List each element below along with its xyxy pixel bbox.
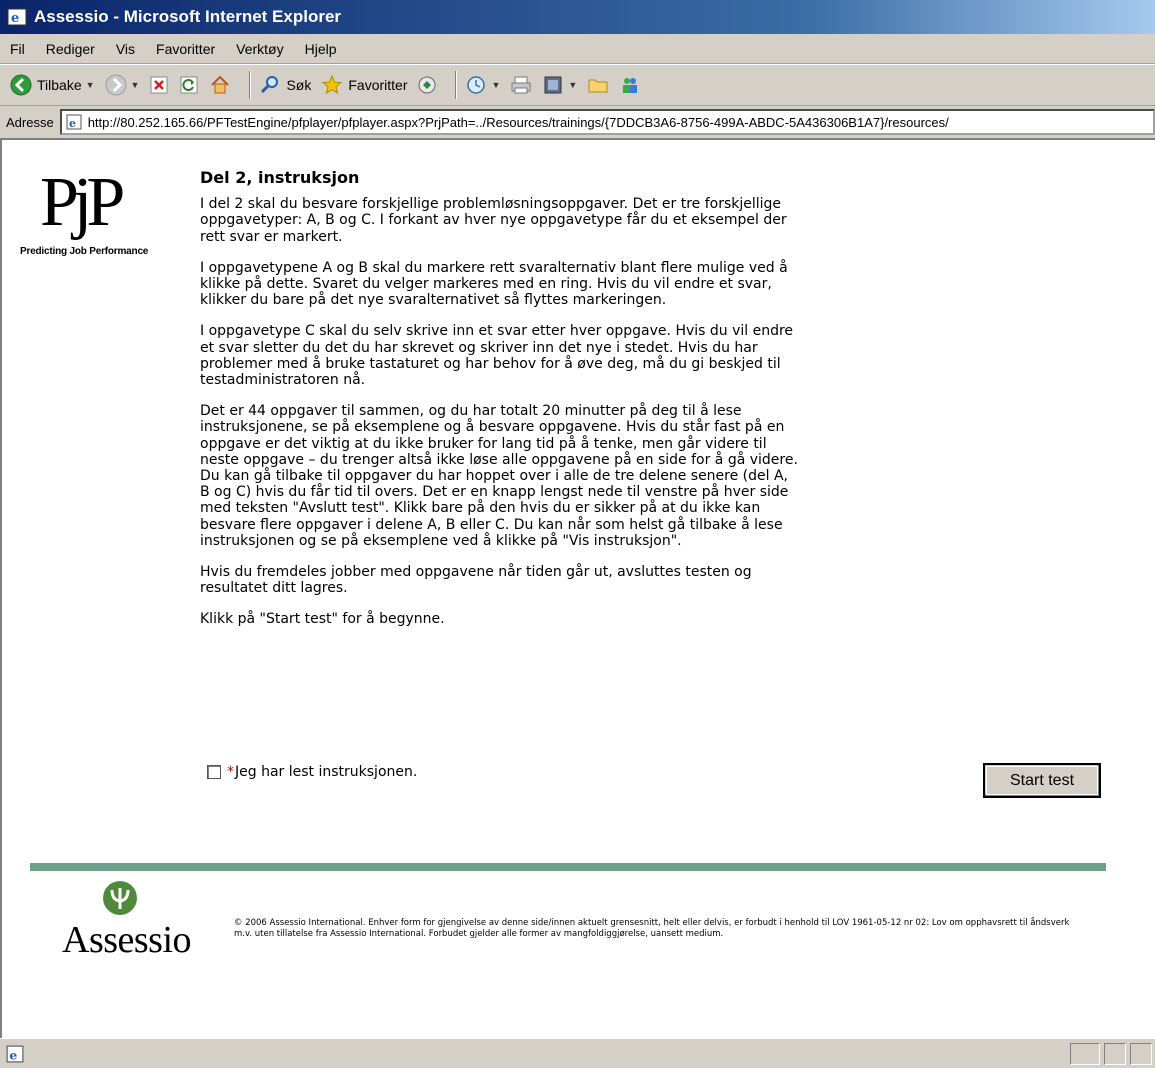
toolbar-separator <box>455 71 458 99</box>
standard-toolbar: Tilbake ▼ ▼ Søk Favoritter ▼ ▼ <box>0 64 1155 106</box>
home-icon <box>211 75 230 94</box>
edit-button[interactable]: ▼ <box>542 70 577 100</box>
back-button[interactable]: Tilbake ▼ <box>10 70 95 100</box>
instruction-paragraph: Hvis du fremdeles jobber med oppgavene n… <box>200 564 752 597</box>
psi-logo-icon <box>103 881 137 915</box>
forward-button[interactable]: ▼ <box>105 70 140 100</box>
history-button[interactable]: ▼ <box>465 70 500 100</box>
svg-text:e: e <box>11 11 19 26</box>
back-button-label: Tilbake <box>37 77 82 93</box>
footer-divider <box>30 863 1106 871</box>
folder-icon <box>588 79 608 93</box>
page-status-icon: e <box>6 1045 24 1062</box>
pjp-logo: PjP Predicting Job Performance <box>20 164 180 258</box>
svg-text:e: e <box>69 117 76 130</box>
confirm-row: * Jeg har lest instruksjonen. <box>207 764 417 780</box>
menu-help[interactable]: Hjelp <box>305 41 337 57</box>
page-title: Del 2, instruksjon <box>200 168 360 187</box>
menu-edit[interactable]: Rediger <box>46 41 95 57</box>
required-marker: * <box>227 764 234 780</box>
address-bar: Adresse e http://80.252.165.66/PFTestEng… <box>0 106 1155 140</box>
confirm-label[interactable]: Jeg har lest instruksjonen. <box>235 764 417 780</box>
edit-dropdown-icon[interactable]: ▼ <box>568 80 577 90</box>
pjp-logo-word: PjP <box>40 164 125 241</box>
instruction-paragraph: I oppgavetype C skal du selv skrive inn … <box>200 323 794 389</box>
print-icon <box>511 76 531 94</box>
address-url: http://80.252.165.66/PFTestEngine/pfplay… <box>87 114 949 130</box>
refresh-button[interactable] <box>179 70 199 100</box>
favorites-button-label: Favoritter <box>348 77 408 93</box>
print-button[interactable] <box>510 70 532 100</box>
copyright-text: © 2006 Assessio International. Enhver fo… <box>234 918 1070 939</box>
messenger-icon <box>623 78 638 93</box>
svg-text:e: e <box>9 1047 17 1062</box>
favorites-button[interactable]: Favoritter <box>321 70 407 100</box>
refresh-icon <box>180 76 198 94</box>
instructions-content: Del 2, instruksjon I del 2 skal du besva… <box>200 168 800 643</box>
ie-app-icon: e <box>7 8 27 26</box>
status-panel <box>1070 1043 1100 1065</box>
address-label: Adresse <box>6 114 54 130</box>
menu-bar: Fil Rediger Vis Favoritter Verktøy Hjelp <box>0 34 1155 64</box>
edit-icon <box>544 76 562 94</box>
forward-dropdown-icon[interactable]: ▼ <box>131 80 140 90</box>
page-icon: e <box>66 114 82 130</box>
menu-file[interactable]: Fil <box>10 41 25 57</box>
pjp-logo-tagline: Predicting Job Performance <box>20 246 149 257</box>
media-icon <box>418 76 436 94</box>
address-input[interactable]: e http://80.252.165.66/PFTestEngine/pfpl… <box>59 109 1155 135</box>
toolbar-separator <box>249 71 252 99</box>
start-test-button[interactable]: Start test <box>983 763 1101 798</box>
instruction-paragraph: Det er 44 oppgaver til sammen, og du har… <box>200 403 798 549</box>
window-title: Assessio - Microsoft Internet Explorer <box>34 7 342 26</box>
menu-favorites[interactable]: Favoritter <box>156 41 215 57</box>
status-panel <box>1104 1043 1126 1065</box>
media-button[interactable] <box>417 70 437 100</box>
status-bar: e <box>0 1038 1155 1068</box>
menu-tools[interactable]: Verktøy <box>236 41 283 57</box>
instruction-paragraph: I oppgavetypene A og B skal du markere r… <box>200 259 788 309</box>
back-dropdown-icon[interactable]: ▼ <box>86 80 95 90</box>
back-arrow-icon <box>10 74 32 96</box>
star-icon <box>322 74 343 95</box>
stop-button[interactable] <box>149 70 169 100</box>
forward-arrow-icon <box>105 74 127 96</box>
search-button[interactable]: Søk <box>259 70 311 100</box>
window-title-bar[interactable]: e Assessio - Microsoft Internet Explorer <box>0 0 1155 34</box>
history-icon <box>467 76 486 94</box>
history-dropdown-icon[interactable]: ▼ <box>491 80 500 90</box>
search-icon <box>261 76 279 94</box>
instruction-paragraph: I del 2 skal du besvare forskjellige pro… <box>200 196 787 245</box>
discuss-button[interactable] <box>587 70 609 100</box>
stop-icon <box>150 76 168 94</box>
search-button-label: Søk <box>286 77 312 93</box>
assessio-logo-word: Assessio <box>62 919 192 961</box>
confirm-checkbox[interactable] <box>207 765 221 779</box>
status-panel <box>1130 1043 1152 1065</box>
menu-view[interactable]: Vis <box>116 41 135 57</box>
home-button[interactable] <box>209 70 231 100</box>
instruction-paragraph: Klikk på "Start test" for å begynne. <box>200 611 445 628</box>
messenger-button[interactable] <box>619 70 641 100</box>
assessio-logo: Assessio <box>62 880 222 961</box>
page-viewport: PjP Predicting Job Performance Del 2, in… <box>0 140 1155 1038</box>
